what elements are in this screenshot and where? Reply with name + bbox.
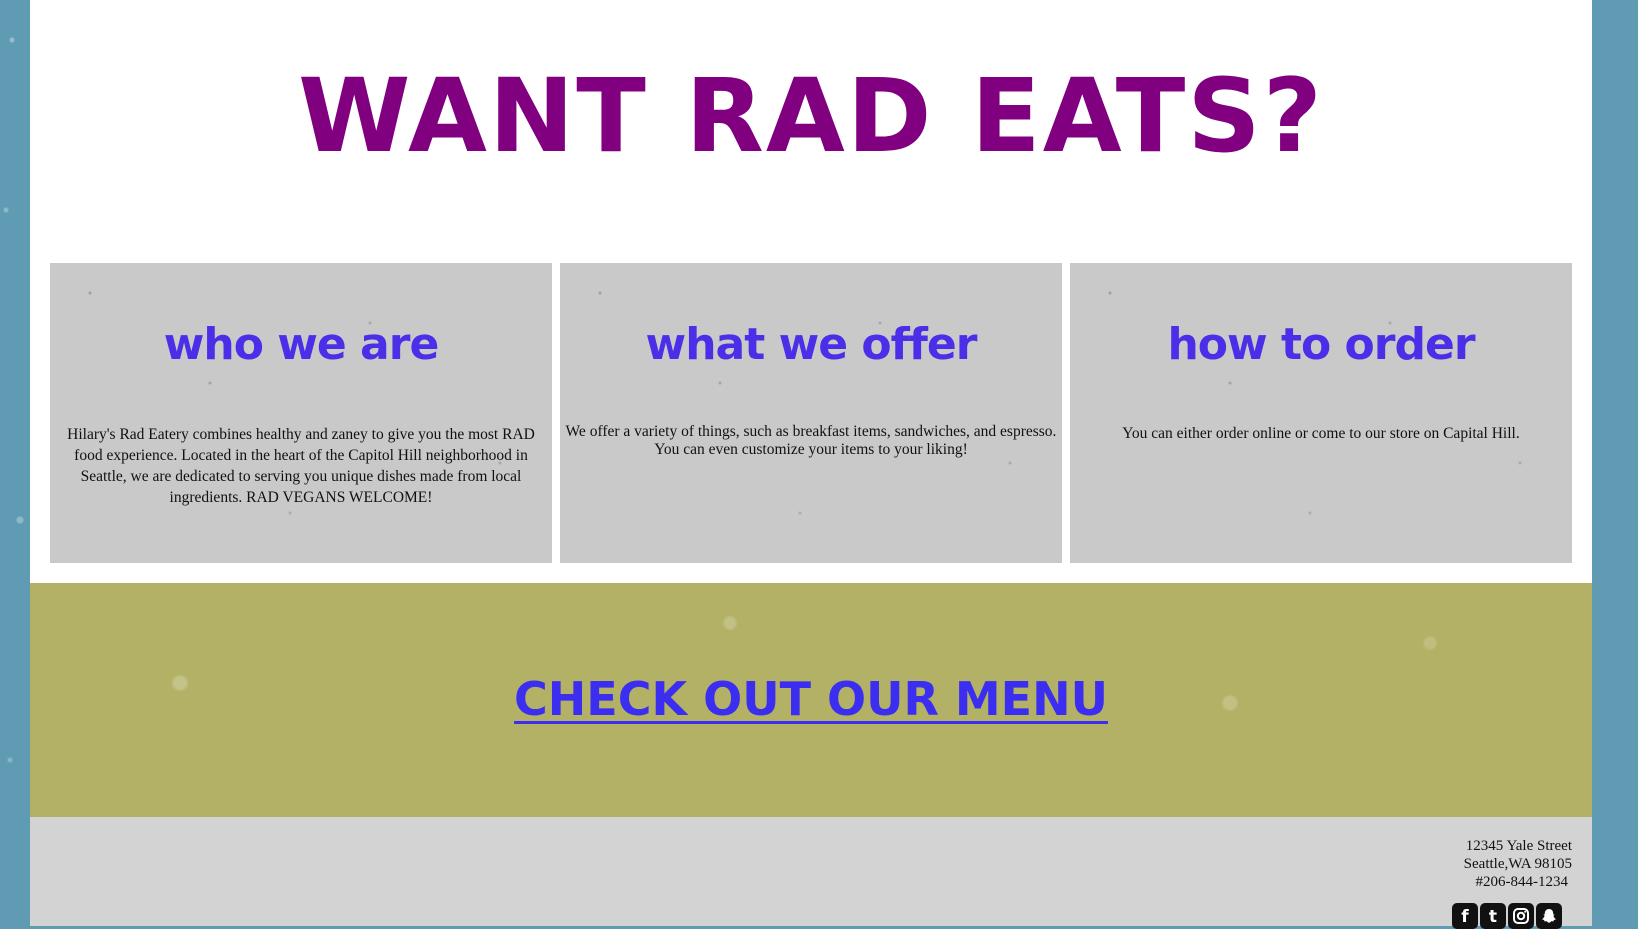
card-title: who we are [163, 319, 440, 370]
menu-link[interactable]: CHECK OUT OUR MENU [30, 671, 1592, 727]
footer: 12345 Yale Street Seattle,WA 98105 #206-… [30, 817, 1592, 929]
card-body: Hilary's Rad Eatery combines healthy and… [67, 426, 535, 506]
card-how-to-order: how to order You can either order online… [1070, 263, 1572, 563]
address-city: Seattle,WA 98105 [1463, 856, 1572, 872]
address-block: 12345 Yale Street Seattle,WA 98105 #206-… [1464, 837, 1572, 891]
card-title: how to order [1167, 319, 1475, 370]
menu-section: CHECK OUT OUR MENU [30, 583, 1592, 817]
snapchat-glyph [1542, 909, 1556, 923]
phone-number: #206-844-1234 [1475, 874, 1569, 890]
social-links: f t [1452, 903, 1562, 929]
card-title: what we offer [645, 319, 978, 370]
twitter-glyph: t [1488, 907, 1498, 927]
hero-section: WANT RAD EATS? [30, 0, 1592, 262]
card-what-we-offer: what we offer We offer a variety of thin… [560, 263, 1062, 563]
snapchat-icon[interactable] [1536, 903, 1562, 929]
card-who-we-are: who we are Hilary's Rad Eatery combines … [50, 263, 552, 563]
facebook-icon[interactable]: f [1452, 903, 1478, 929]
page-title: WANT RAD EATS? [298, 57, 1324, 176]
twitter-icon[interactable]: t [1480, 903, 1506, 929]
facebook-glyph: f [1461, 907, 1469, 927]
instagram-glyph [1513, 908, 1529, 924]
info-cards: who we are Hilary's Rad Eatery combines … [50, 263, 1573, 563]
address-street: 12345 Yale Street [1465, 838, 1572, 854]
card-body: You can either order online or come to o… [1122, 425, 1520, 442]
card-body: We offer a variety of things, such as br… [565, 423, 1057, 458]
page: WANT RAD EATS? who we are Hilary's Rad E… [30, 0, 1592, 929]
instagram-icon[interactable] [1508, 903, 1534, 929]
